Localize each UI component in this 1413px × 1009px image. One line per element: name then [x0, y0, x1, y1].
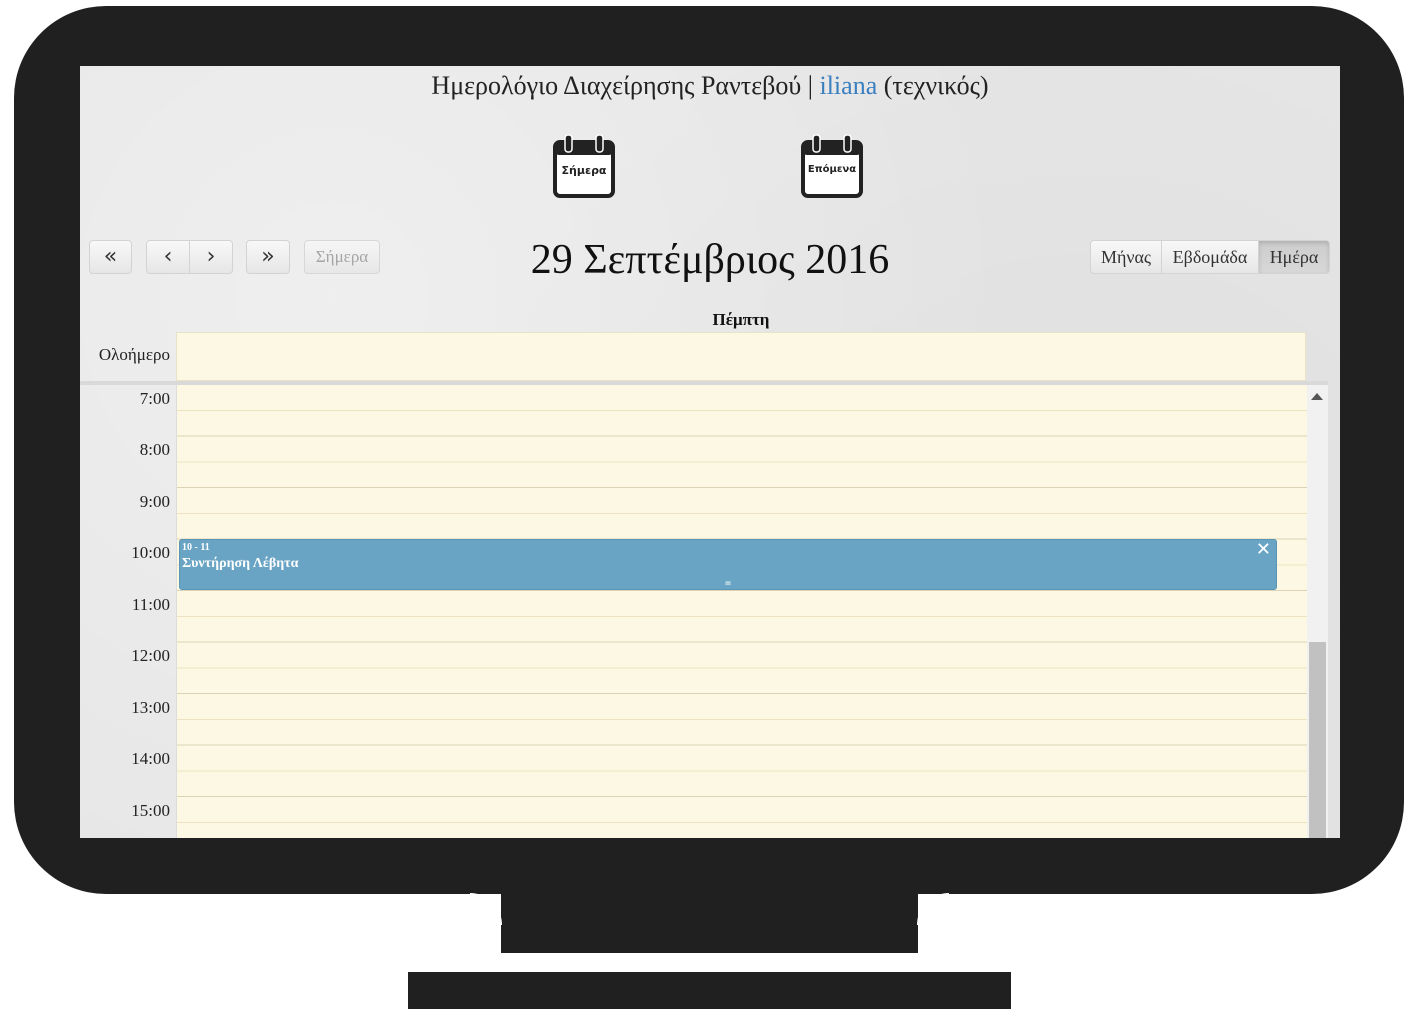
today-calendar-button[interactable]: Σήμερα — [552, 134, 616, 198]
scrollbar-thumb[interactable] — [1309, 642, 1326, 838]
time-label-8: 8:00 — [139, 440, 170, 459]
event-time: 10 - 11 — [182, 542, 210, 553]
title-separator: | — [807, 71, 813, 100]
time-label-9: 9:00 — [139, 492, 170, 511]
today-shortcut-label: Σήμερα — [561, 164, 607, 177]
all-day-cell[interactable] — [176, 332, 1306, 381]
time-label-14: 14:00 — [131, 749, 170, 768]
app-title: Ημερολόγιο Διαχείρησης Ραντεβού — [431, 71, 802, 100]
upcoming-calendar-button[interactable]: Επόμενα — [800, 134, 864, 198]
calendar-event[interactable]: 10 - 11 Συντήρηση Λέβητα ✕ = — [179, 539, 1277, 590]
scroll-up-arrow-icon[interactable] — [1311, 393, 1323, 400]
time-label-7: 7:00 — [139, 389, 170, 408]
week-view-button[interactable]: Εβδομάδα — [1161, 240, 1259, 274]
time-grid[interactable] — [176, 385, 1307, 838]
time-label-12: 12:00 — [131, 646, 170, 665]
all-day-label: Ολοήμερο — [98, 345, 170, 364]
user-role: (τεχνικός) — [883, 71, 989, 100]
username-link[interactable]: iliana — [819, 71, 877, 100]
page-title: Ημερολόγιο Διαχείρησης Ραντεβού | iliana… — [80, 71, 1340, 101]
close-icon[interactable]: ✕ — [1256, 539, 1271, 560]
upcoming-shortcut-label: Επόμενα — [807, 164, 857, 175]
screen: Ημερολόγιο Διαχείρησης Ραντεβού | iliana… — [80, 66, 1340, 838]
monitor-neck — [501, 890, 918, 953]
day-column-header: Πέμπτη — [712, 310, 770, 329]
day-view-button[interactable]: Ημέρα — [1258, 240, 1330, 274]
event-resize-handle[interactable]: = — [180, 578, 1276, 589]
time-label-11: 11:00 — [131, 595, 170, 614]
event-title: Συντήρηση Λέβητα — [182, 556, 299, 571]
monitor-neck-curve-right — [917, 893, 949, 925]
time-label-15: 15:00 — [131, 801, 170, 820]
monitor-base — [408, 972, 1011, 1009]
monitor-neck-curve-left — [470, 893, 502, 925]
time-label-10: 10:00 — [131, 543, 170, 562]
month-view-button[interactable]: Μήνας — [1090, 240, 1162, 274]
time-label-13: 13:00 — [131, 698, 170, 717]
